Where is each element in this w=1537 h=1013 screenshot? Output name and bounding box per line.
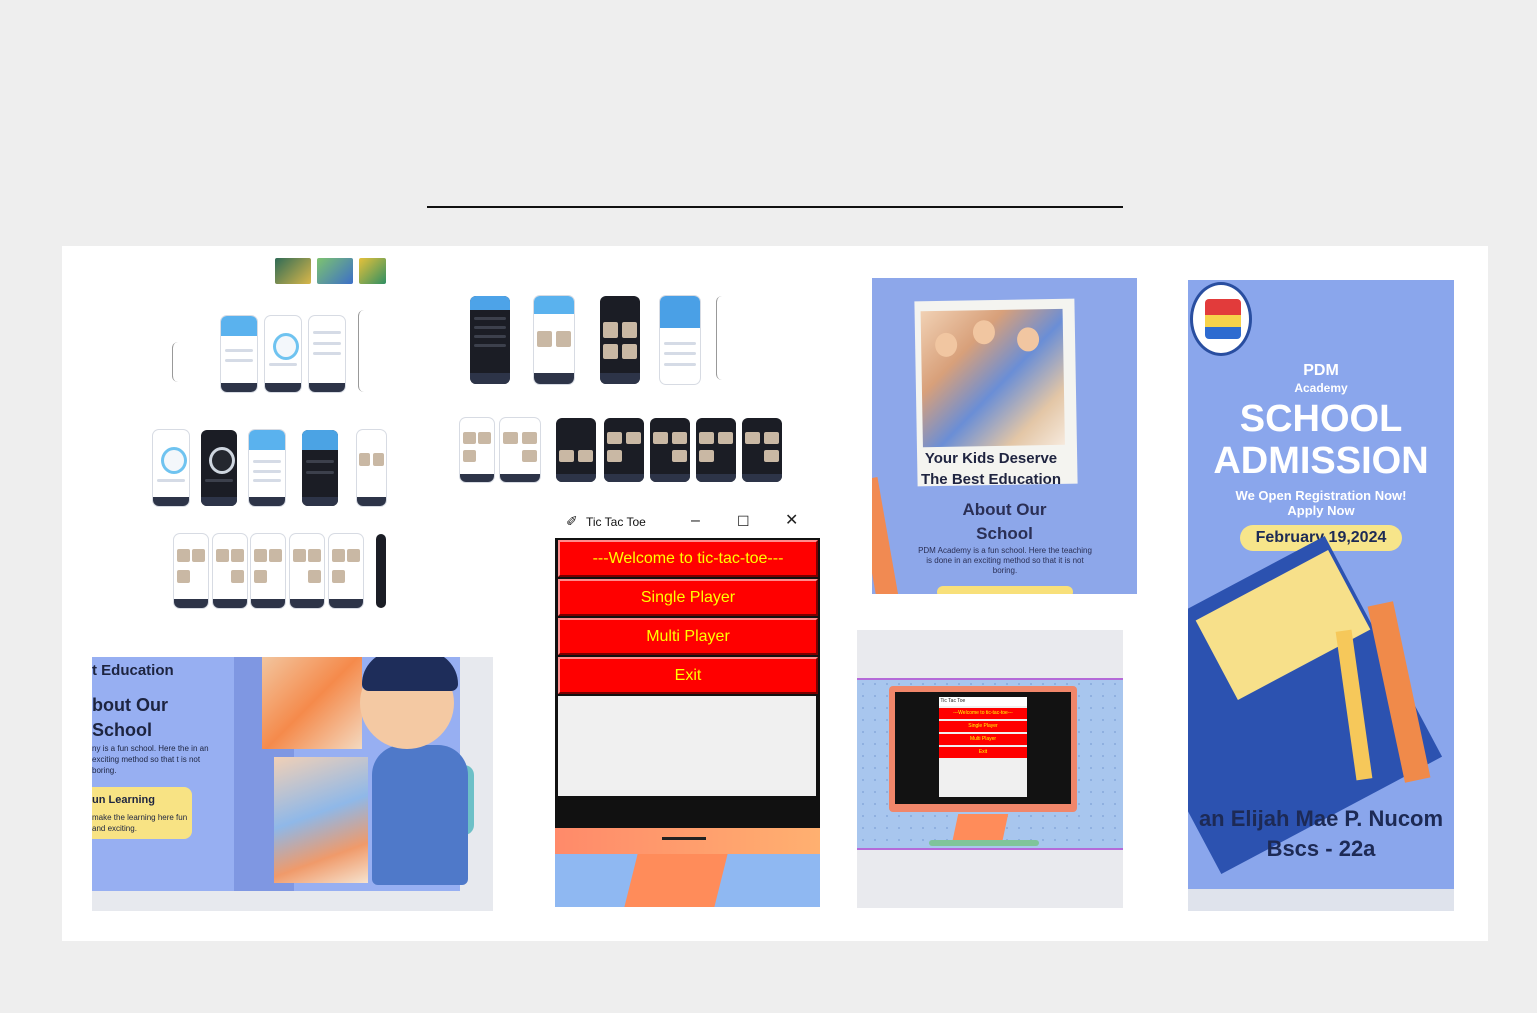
phone-screen	[556, 418, 596, 482]
single-player-button[interactable]: Single Player	[558, 579, 818, 616]
monitor-base	[929, 840, 1039, 846]
education-banner[interactable]: t Education bout Our School ny is a fun …	[92, 657, 493, 911]
phone-screen	[265, 316, 301, 392]
poster-academy: Academy	[1294, 381, 1348, 395]
kids-photo	[262, 657, 362, 749]
phone-screen	[376, 534, 386, 608]
poster-school-heading: SCHOOL	[1239, 398, 1403, 440]
poster-admission-heading: ADMISSION	[1213, 440, 1429, 482]
phone-screen	[201, 430, 237, 506]
multi-player-button[interactable]: Multi Player	[558, 618, 818, 655]
phone-screen	[460, 418, 494, 482]
maximize-icon[interactable]: ☐	[737, 512, 750, 530]
poster-bottom-strip	[1188, 889, 1454, 911]
poster-apply: Apply Now	[1287, 503, 1355, 518]
poster-pdm: PDM	[1303, 362, 1339, 379]
welcome-button[interactable]: ---Welcome to tic-tac-toe---	[558, 540, 818, 577]
monitor-neck	[624, 854, 728, 907]
window-title: Tic Tac Toe	[586, 515, 646, 529]
poster-author-name: an Elijah Mae P. Nucom	[1198, 806, 1444, 831]
kids-photo	[274, 757, 368, 883]
phone-screen	[153, 430, 189, 506]
phone-screen	[249, 430, 285, 506]
mini-multi-player-button: Multi Player	[939, 734, 1027, 745]
poster-class: Bscs - 22a	[1266, 836, 1376, 861]
fun-learning-body: make the learning here fun and exciting.	[92, 813, 188, 833]
tic-tac-toe-window[interactable]: ✐ Tic Tac Toe – ☐ ✕ ---Welcome to tic-ta…	[555, 506, 820, 907]
phone-screen	[309, 316, 345, 392]
thumbnail	[317, 258, 353, 284]
minimize-icon[interactable]: –	[691, 512, 700, 530]
exit-button[interactable]: Exit	[558, 657, 818, 694]
yellow-banner	[937, 586, 1073, 594]
about-line1: About Our	[962, 500, 1047, 519]
phone-screen	[500, 418, 540, 482]
phone-screen	[600, 296, 640, 384]
about-heading: About Our School	[942, 498, 1067, 546]
poster-registration: We Open Registration Now!	[1235, 488, 1407, 503]
about-body: ny is a fun school. Here the in an excit…	[92, 744, 209, 775]
monitor-thumbnail[interactable]: Tic Tac Toe ---Welcome to tic-tac-toe---…	[857, 630, 1123, 908]
phone-screen	[716, 296, 775, 380]
phone-screen	[742, 418, 782, 482]
game-canvas[interactable]	[558, 696, 816, 796]
monitor-stand	[555, 828, 820, 854]
phone-screen	[357, 430, 386, 506]
title-underline	[427, 206, 1123, 208]
phone-screen	[358, 310, 387, 392]
mini-welcome-button: ---Welcome to tic-tac-toe---	[939, 708, 1027, 719]
stand-divider	[662, 837, 706, 840]
tagline-line2: The Best Education	[920, 471, 1062, 488]
phone-screen	[221, 316, 257, 392]
about-heading: bout Our School	[92, 693, 168, 743]
school-seal-logo	[1190, 282, 1252, 356]
border-line	[857, 848, 1123, 850]
classroom-photo	[920, 308, 1065, 448]
phone-screen	[650, 418, 690, 482]
boy-hair-illustration	[362, 657, 458, 691]
education-heading: t Education	[92, 662, 174, 679]
about-line1: bout Our	[92, 695, 168, 715]
phone-screen	[470, 296, 510, 384]
mini-window-title: Tic Tac Toe	[940, 698, 966, 704]
window-titlebar: ✐ Tic Tac Toe – ☐ ✕	[555, 506, 820, 538]
boy-illustration	[372, 745, 468, 885]
phone-screen	[213, 534, 247, 608]
thumbnail	[359, 258, 386, 284]
tagline-line1: Your Kids Deserve	[924, 450, 1058, 467]
phone-screen	[660, 296, 700, 384]
phone-screen	[174, 534, 208, 608]
about-body: PDM Academy is a fun school. Here the te…	[918, 546, 1092, 575]
phone-screen	[696, 418, 736, 482]
fun-learning-title: un Learning	[92, 794, 155, 806]
border-line	[857, 678, 1123, 680]
mini-single-player-button: Single Player	[939, 721, 1027, 732]
phone-screen	[302, 430, 338, 506]
phone-screen	[290, 534, 324, 608]
ruler-illustration	[872, 477, 899, 594]
school-card[interactable]: Your Kids Deserve The Best Education Abo…	[872, 278, 1137, 594]
phone-screen	[172, 342, 211, 382]
about-line2: School	[92, 720, 153, 740]
phone-screen	[534, 296, 574, 384]
phone-screen	[329, 534, 363, 608]
phone-screen	[251, 534, 285, 608]
thumbnail	[275, 258, 311, 284]
phone-screen	[604, 418, 644, 482]
close-icon[interactable]: ✕	[785, 512, 798, 530]
about-line2: School	[976, 524, 1033, 543]
mockup-cluster-middle[interactable]	[458, 292, 784, 484]
mockup-cluster-left[interactable]	[150, 256, 387, 610]
mini-window-titlebar: Tic Tac Toe	[939, 697, 1027, 706]
mini-exit-button: Exit	[939, 747, 1027, 758]
admission-poster[interactable]: PDM Academy SCHOOL ADMISSION We Open Reg…	[1188, 280, 1454, 911]
fun-learning-card: un Learning make the learning here fun a…	[92, 787, 192, 839]
feather-icon: ✐	[566, 513, 578, 529]
mini-tic-tac-toe-window: Tic Tac Toe ---Welcome to tic-tac-toe---…	[939, 697, 1027, 797]
